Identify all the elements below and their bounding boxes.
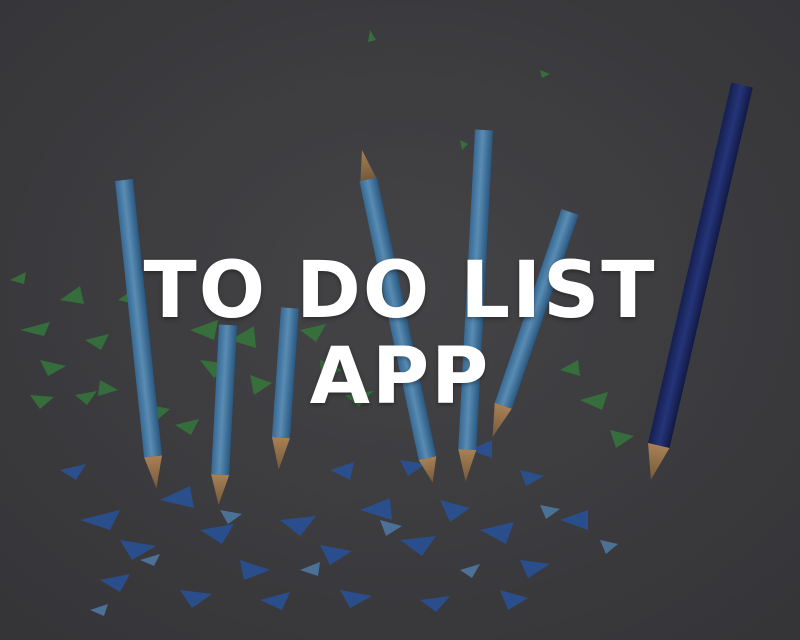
title-line-2: APP (309, 332, 491, 422)
hero-banner: TO DO LIST APP (0, 0, 800, 640)
title-line-1: TO DO LIST (143, 246, 657, 336)
page-title: TO DO LIST APP (0, 248, 800, 420)
